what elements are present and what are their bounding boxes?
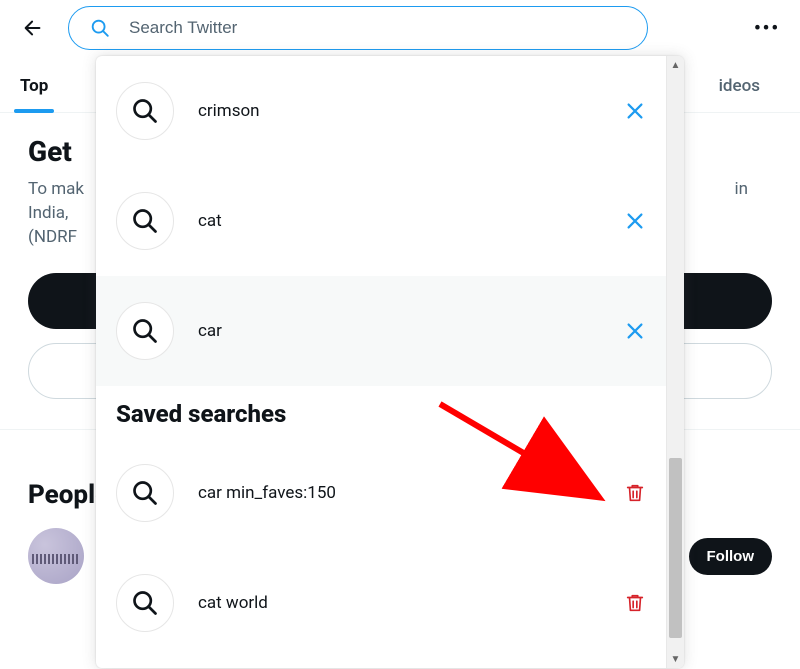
- search-icon: [116, 192, 174, 250]
- saved-search-item[interactable]: cat world: [96, 548, 666, 658]
- ellipsis-icon: •••: [754, 18, 780, 39]
- scroll-thumb[interactable]: [669, 458, 682, 638]
- recent-search-label: crimson: [198, 101, 260, 121]
- tab-videos-partial[interactable]: ideos: [699, 60, 800, 112]
- search-icon: [116, 464, 174, 522]
- saved-search-label: car min_faves:150: [198, 483, 336, 503]
- scroll-down-icon[interactable]: ▼: [667, 650, 684, 668]
- saved-searches-heading: Saved searches: [96, 386, 666, 438]
- remove-recent-icon[interactable]: [624, 320, 646, 342]
- search-bar[interactable]: [68, 6, 648, 50]
- more-options-button[interactable]: •••: [750, 11, 784, 45]
- saved-search-item[interactable]: car min_faves:150: [96, 438, 666, 548]
- recent-search-label: car: [198, 321, 222, 341]
- search-icon: [116, 302, 174, 360]
- arrow-left-icon: [22, 17, 44, 39]
- recent-search-item[interactable]: crimson: [96, 56, 666, 166]
- avatar: [28, 528, 84, 584]
- recent-search-label: cat: [198, 211, 222, 231]
- search-dropdown: crimson cat car Saved searches ca: [96, 56, 684, 668]
- scroll-up-icon[interactable]: ▲: [667, 56, 684, 74]
- search-icon: [116, 82, 174, 140]
- search-icon: [89, 17, 111, 39]
- saved-search-label: cat world: [198, 593, 268, 613]
- recent-search-item[interactable]: cat: [96, 166, 666, 276]
- tab-top[interactable]: Top: [0, 60, 68, 112]
- dropdown-scrollbar[interactable]: ▲ ▼: [666, 56, 684, 668]
- delete-saved-icon[interactable]: [624, 592, 646, 614]
- recent-search-item[interactable]: car: [96, 276, 666, 386]
- back-button[interactable]: [16, 11, 50, 45]
- search-input[interactable]: [129, 18, 627, 38]
- remove-recent-icon[interactable]: [624, 210, 646, 232]
- delete-saved-icon[interactable]: [624, 482, 646, 504]
- search-icon: [116, 574, 174, 632]
- remove-recent-icon[interactable]: [624, 100, 646, 122]
- follow-button[interactable]: Follow: [689, 538, 773, 575]
